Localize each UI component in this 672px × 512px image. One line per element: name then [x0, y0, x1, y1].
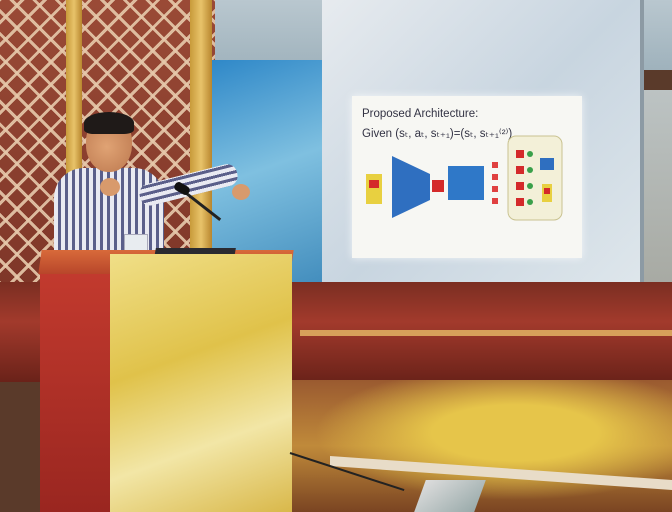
state-vector-icon [448, 166, 484, 200]
encoder-icon [392, 156, 430, 218]
panel-trim [300, 330, 672, 336]
podium-side [40, 272, 112, 512]
speaker-hair [84, 112, 134, 134]
decomposition-box-icon [507, 135, 563, 221]
speaker-hand [100, 178, 120, 196]
architecture-diagram [366, 135, 563, 221]
stage-monitor [414, 480, 486, 512]
podium-front [110, 254, 292, 512]
projected-slide: Proposed Architecture: Given (sₜ, aₜ, sₜ… [352, 96, 582, 258]
conference-photo: Proposed Architecture: Given (sₜ, aₜ, sₜ… [0, 0, 672, 512]
input-block-icon [366, 174, 382, 204]
speaker-hand [232, 184, 250, 200]
